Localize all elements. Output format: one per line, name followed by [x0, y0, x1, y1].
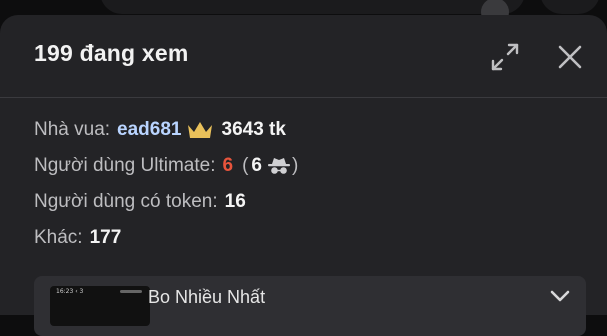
ultimate-count: 6: [222, 155, 234, 176]
king-username[interactable]: ead681: [117, 119, 181, 141]
ultimate-incognito-count: 6: [251, 155, 262, 176]
viewer-count-title: 199 đang xem: [34, 40, 189, 66]
close-paren: ): [291, 155, 299, 176]
panel-header: 199 đang xem: [0, 15, 607, 96]
expand-button[interactable]: [488, 40, 522, 74]
token-users-count: 16: [224, 191, 246, 212]
king-row: Nhà vua: ead681 3643 tk: [34, 119, 286, 141]
token-users-row: Người dùng có token: 16: [34, 191, 246, 213]
expand-icon: [491, 43, 519, 71]
ultimate-incognito-group: ( 6 ): [242, 155, 298, 177]
other-users-count: 177: [89, 227, 122, 248]
close-button[interactable]: [553, 40, 587, 74]
card-thumbnail: 16:23 ‹ 3: [50, 286, 150, 326]
viewers-panel: 199 đang xem Nhà vua: ead681 3643 tk Ngư…: [0, 15, 607, 336]
header-divider: [0, 97, 607, 98]
thumbnail-time: 16:23 ‹ 3: [56, 288, 84, 295]
other-users-row: Khác: 177: [34, 227, 121, 249]
token-users-label: Người dùng có token:: [34, 191, 218, 212]
top-list-card[interactable]: 16:23 ‹ 3 Bo Nhiều Nhất: [34, 276, 586, 336]
ultimate-row: Người dùng Ultimate: 6 ( 6 ): [34, 155, 298, 177]
crown-icon: [186, 119, 214, 141]
king-token-amount: 3643 tk: [221, 119, 286, 140]
ultimate-label: Người dùng Ultimate:: [34, 155, 216, 176]
card-title: Bo Nhiều Nhất: [148, 287, 266, 307]
king-label: Nhà vua:: [34, 119, 111, 140]
top-bar-button[interactable]: [540, 0, 600, 14]
thumbnail-bar: [120, 290, 142, 293]
open-paren: (: [242, 155, 249, 176]
incognito-icon: [266, 156, 292, 176]
other-users-label: Khác:: [34, 227, 83, 248]
chevron-down-icon[interactable]: [548, 288, 572, 309]
top-bar-background: [100, 0, 525, 26]
close-icon: [558, 45, 582, 69]
